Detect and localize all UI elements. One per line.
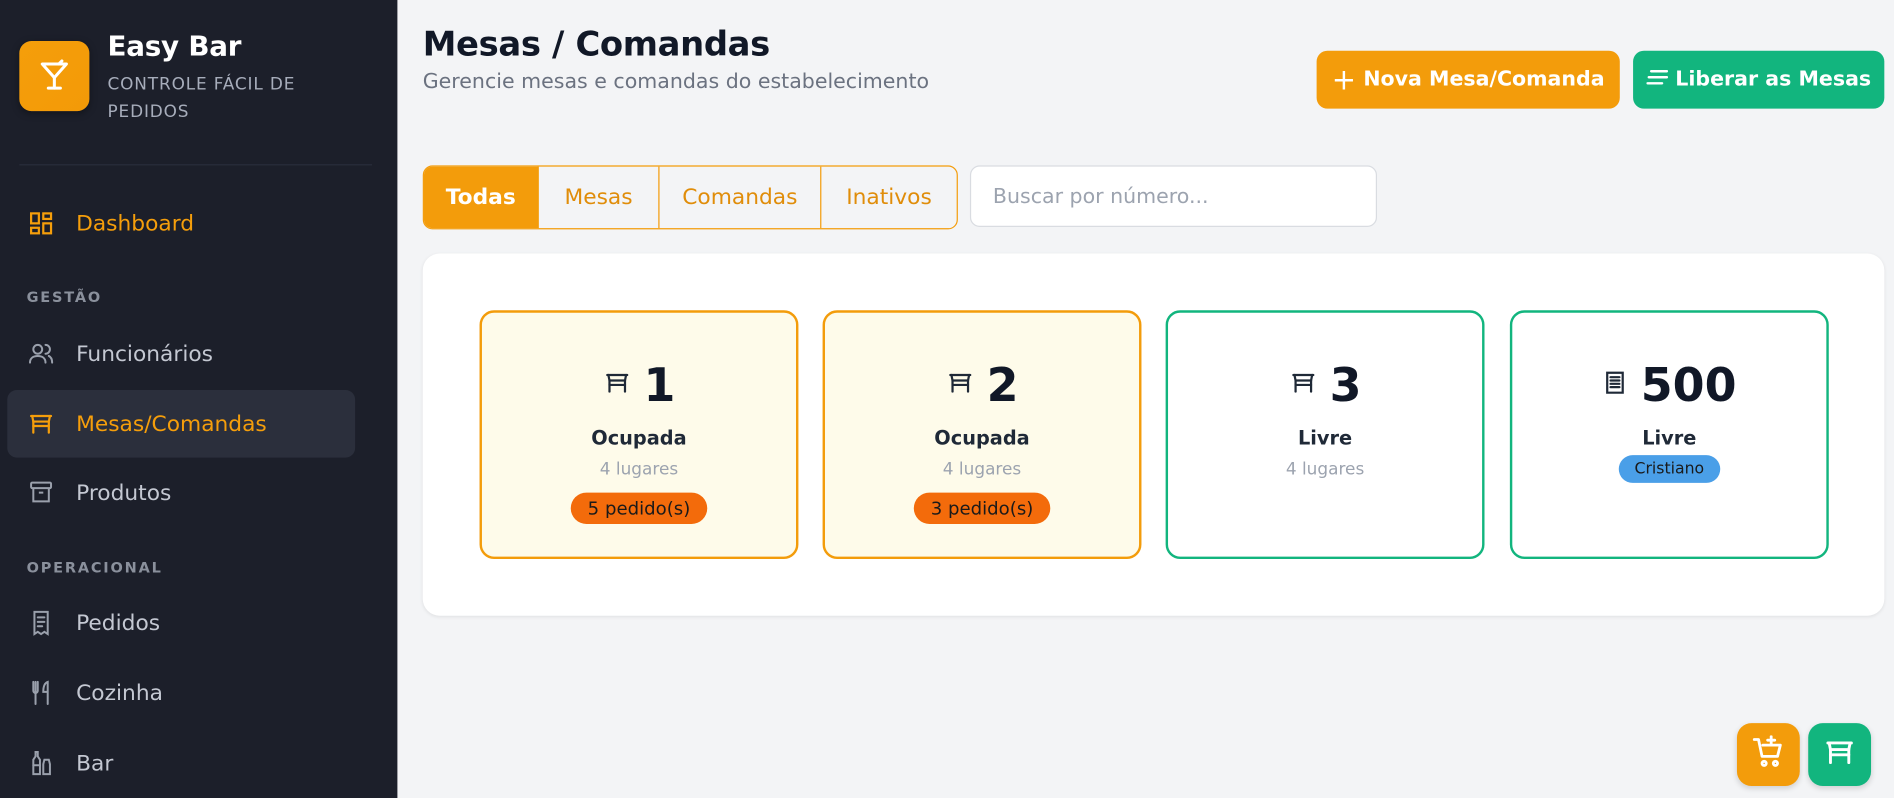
section-label-operacional: OPERACIONAL bbox=[26, 558, 163, 576]
table-card-1[interactable]: 1 Ocupada 4 lugares 5 pedido(s) bbox=[479, 310, 799, 559]
tables-panel: 1 Ocupada 4 lugares 5 pedido(s) 2 Ocupad… bbox=[422, 253, 1885, 616]
new-table-button[interactable]: + Nova Mesa/Comanda bbox=[1316, 50, 1620, 109]
tab-mesas[interactable]: Mesas bbox=[539, 166, 660, 229]
card-number: 500 bbox=[1640, 358, 1737, 412]
tab-comandas[interactable]: Comandas bbox=[660, 166, 822, 229]
sidebar-item-cozinha[interactable]: Cozinha bbox=[7, 659, 355, 727]
sidebar-item-label: Produtos bbox=[76, 479, 172, 506]
card-header: 500 bbox=[1512, 359, 1826, 412]
search-input[interactable] bbox=[969, 165, 1378, 227]
release-tables-button-label: Liberar as Mesas bbox=[1675, 67, 1872, 92]
orders-badge: 3 pedido(s) bbox=[913, 492, 1051, 524]
archive-icon bbox=[27, 478, 56, 507]
sidebar-item-produtos[interactable]: Produtos bbox=[7, 459, 355, 527]
page-subtitle: Gerencie mesas e comandas do estabelecim… bbox=[422, 70, 930, 95]
table-icon bbox=[946, 369, 975, 400]
sidebar-item-label: Bar bbox=[76, 750, 114, 776]
sidebar-item-label: Mesas/Comandas bbox=[76, 411, 267, 437]
waiter-badge: Cristiano bbox=[1618, 455, 1720, 483]
utensils-icon bbox=[27, 679, 56, 708]
card-header: 3 bbox=[1168, 359, 1482, 412]
brand-subtitle: CONTROLE FÁCIL DE PEDIDOS bbox=[107, 74, 296, 122]
cart-fab-button[interactable] bbox=[1736, 723, 1800, 786]
table-card-2[interactable]: 2 Ocupada 4 lugares 3 pedido(s) bbox=[822, 310, 1142, 559]
new-table-button-label: Nova Mesa/Comanda bbox=[1363, 67, 1605, 92]
table-icon bbox=[1823, 736, 1857, 772]
sidebar: Easy Bar CONTROLE FÁCIL DE PEDIDOS Dashb… bbox=[0, 0, 398, 798]
card-status: Ocupada bbox=[934, 426, 1030, 450]
card-status: Livre bbox=[1642, 426, 1697, 450]
users-icon bbox=[27, 339, 56, 368]
sidebar-item-bar[interactable]: Bar bbox=[7, 729, 355, 797]
sidebar-item-label: Funcionários bbox=[76, 341, 213, 367]
release-tables-button[interactable]: Liberar as Mesas bbox=[1633, 50, 1885, 109]
page-title: Mesas / Comandas bbox=[422, 24, 771, 64]
list-icon bbox=[1646, 68, 1668, 92]
card-header: 1 bbox=[482, 359, 796, 412]
sidebar-item-mesas-comandas[interactable]: Mesas/Comandas bbox=[7, 389, 356, 458]
table-card-3[interactable]: 3 Livre 4 lugares bbox=[1165, 310, 1485, 559]
card-header: 2 bbox=[825, 359, 1139, 412]
card-number: 3 bbox=[1329, 358, 1362, 412]
comanda-card-500[interactable]: 500 Livre Cristiano bbox=[1509, 310, 1829, 559]
orders-badge: 5 pedido(s) bbox=[570, 492, 708, 524]
card-number: 1 bbox=[643, 358, 676, 412]
sidebar-item-dashboard[interactable]: Dashboard bbox=[7, 190, 355, 258]
brand: Easy Bar CONTROLE FÁCIL DE PEDIDOS bbox=[19, 29, 373, 166]
card-seats: 4 lugares bbox=[942, 459, 1022, 480]
sidebar-item-label: Pedidos bbox=[76, 610, 161, 636]
receipt-icon bbox=[1602, 368, 1629, 402]
card-number: 2 bbox=[986, 358, 1019, 412]
sidebar-item-pedidos[interactable]: Pedidos bbox=[7, 589, 355, 657]
table-icon bbox=[602, 369, 631, 400]
brand-title: Easy Bar bbox=[107, 31, 242, 63]
card-status: Livre bbox=[1297, 426, 1353, 450]
cart-plus-icon bbox=[1751, 735, 1785, 774]
bottles-icon bbox=[27, 749, 56, 778]
receipt-icon bbox=[27, 608, 56, 637]
cocktail-icon bbox=[19, 41, 90, 112]
table-fab-button[interactable] bbox=[1808, 723, 1872, 786]
table-icon bbox=[1289, 369, 1318, 400]
dashboard-icon bbox=[27, 209, 56, 238]
card-status: Ocupada bbox=[591, 426, 687, 450]
card-seats: 4 lugares bbox=[599, 459, 679, 480]
sidebar-item-label: Dashboard bbox=[76, 210, 195, 237]
section-label-gestao: GESTÃO bbox=[26, 288, 102, 306]
sidebar-item-funcionarios[interactable]: Funcionários bbox=[7, 320, 355, 388]
tab-inativos[interactable]: Inativos bbox=[821, 167, 956, 229]
tab-todas[interactable]: Todas bbox=[423, 166, 539, 229]
table-icon bbox=[27, 409, 56, 438]
plus-icon: + bbox=[1331, 62, 1357, 97]
sidebar-item-label: Cozinha bbox=[76, 680, 163, 706]
card-seats: 4 lugares bbox=[1285, 459, 1365, 480]
filter-tabs: Todas Mesas Comandas Inativos bbox=[422, 165, 958, 230]
